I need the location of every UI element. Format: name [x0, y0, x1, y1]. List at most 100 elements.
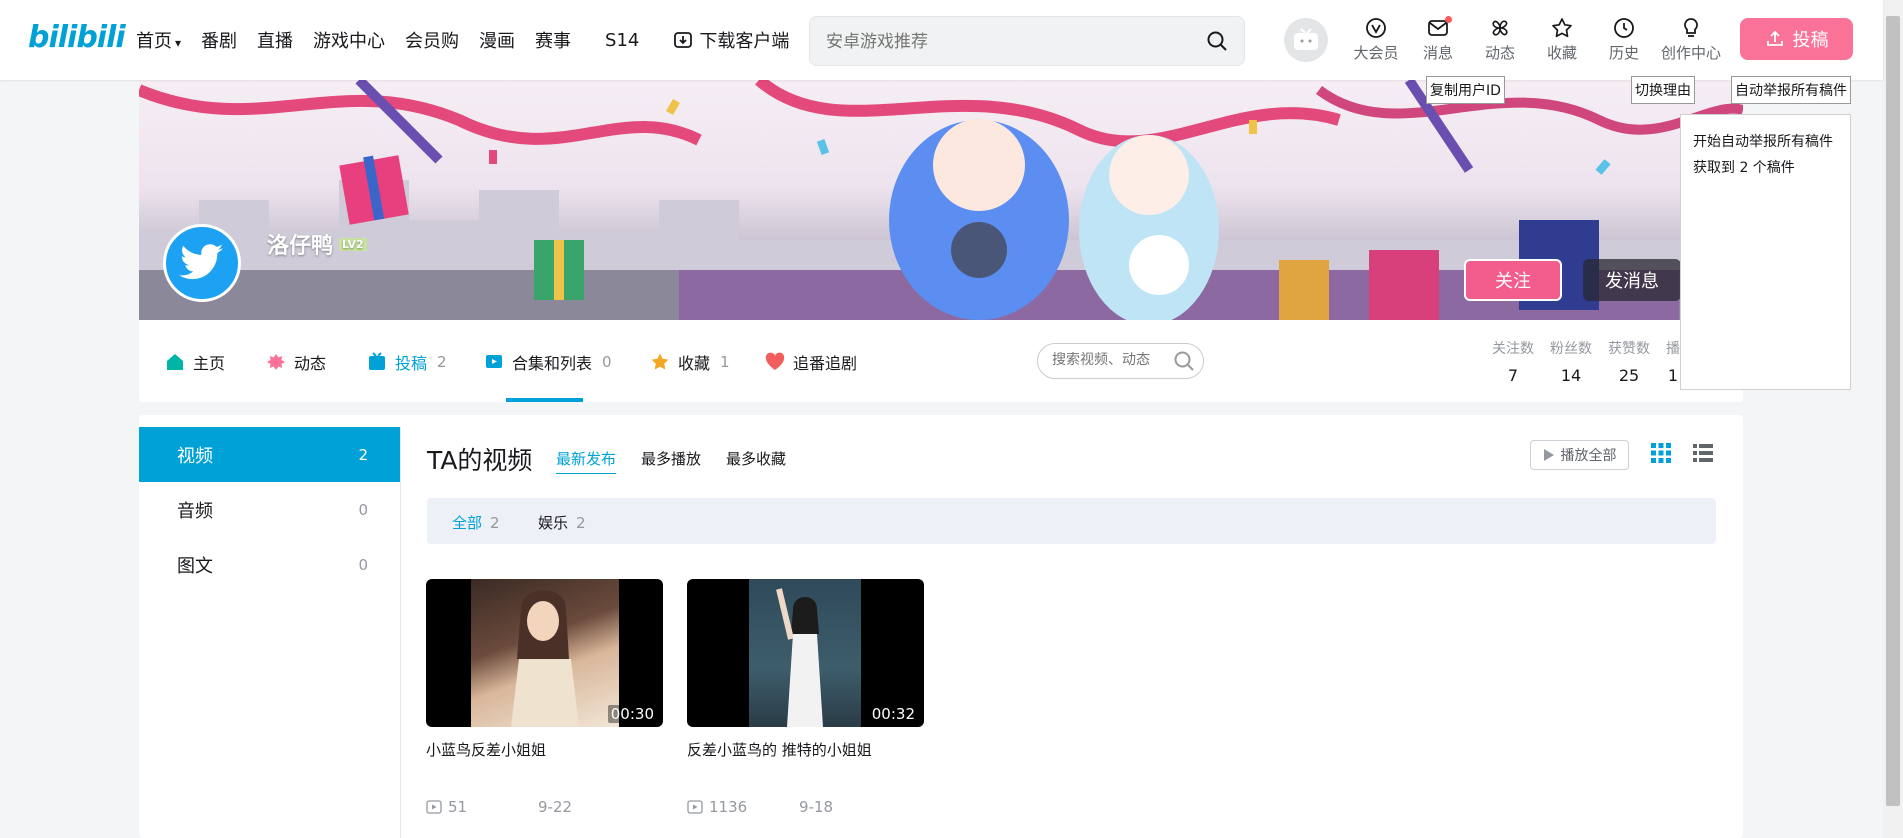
- side-item-video[interactable]: 视频 2: [139, 427, 400, 482]
- search-input[interactable]: [826, 27, 1186, 57]
- video-title[interactable]: 反差小蓝鸟的 推特的小姐姐: [687, 739, 924, 760]
- nav-manga[interactable]: 漫画: [479, 27, 515, 53]
- search-icon[interactable]: [1206, 30, 1228, 52]
- tool-favorites[interactable]: 收藏: [1532, 14, 1592, 63]
- side-item-audio[interactable]: 音频 0: [139, 482, 400, 537]
- auto-report-button[interactable]: 自动举报所有稿件: [1731, 76, 1851, 104]
- play-count-icon: [426, 800, 442, 814]
- page-scrollbar[interactable]: [1883, 0, 1903, 838]
- grid-view-icon[interactable]: [1650, 442, 1672, 464]
- side-item-article[interactable]: 图文 0: [139, 537, 400, 592]
- star-tab-icon: [651, 353, 669, 370]
- log-line: 开始自动举报所有稿件: [1693, 134, 1833, 150]
- upload-button[interactable]: 投稿: [1740, 18, 1853, 60]
- tab-collections[interactable]: 合集和列表 0: [484, 350, 612, 374]
- chevron-down-icon: ▾: [175, 36, 182, 50]
- tool-vip[interactable]: 大会员: [1346, 14, 1406, 63]
- thumbnail-figure: [511, 590, 579, 727]
- upload-icon: [1766, 30, 1783, 46]
- sort-most-played[interactable]: 最多播放: [641, 448, 701, 469]
- dynamic-icon: [267, 354, 285, 370]
- follow-button[interactable]: 关注: [1464, 259, 1562, 301]
- tool-dynamics[interactable]: 动态: [1470, 14, 1530, 63]
- copy-user-id-button[interactable]: 复制用户ID: [1426, 76, 1505, 104]
- filter-all[interactable]: 全部 2: [452, 512, 500, 533]
- stat-followers[interactable]: 粉丝数 14: [1550, 338, 1592, 385]
- space-search-box: [1037, 343, 1204, 379]
- video-title[interactable]: 小蓝鸟反差小姐姐: [426, 739, 663, 760]
- level-badge: LV2: [339, 237, 367, 251]
- content-area: 视频 2 音频 0 图文 0 TA的视频 最新发布 最多播放 最多收藏 播放全部 全部…: [139, 415, 1743, 838]
- tab-home[interactable]: 主页: [165, 350, 225, 374]
- video-card[interactable]: 00:30 小蓝鸟反差小姐姐 51 9-22: [426, 579, 663, 816]
- sort-most-favorited[interactable]: 最多收藏: [726, 448, 786, 469]
- list-view-icon[interactable]: [1692, 442, 1714, 464]
- upload-tab-icon: [369, 352, 385, 370]
- username-text: 洛仔鸭: [267, 234, 334, 259]
- active-tab-indicator: [506, 398, 583, 402]
- profile-tabbar: 主页 动态 投稿2 合集和列表0 收藏1 追番追剧 关注数7 粉丝数14 获赞数…: [139, 320, 1743, 402]
- profile-avatar[interactable]: [163, 224, 241, 302]
- play-count-icon: [687, 800, 703, 814]
- home-icon: [167, 354, 183, 370]
- bilibili-logo[interactable]: bilibili: [28, 20, 126, 60]
- tab-bangumi[interactable]: 追番追剧: [765, 350, 857, 374]
- nav-live[interactable]: 直播: [257, 27, 293, 53]
- tab-uploads[interactable]: 投稿 2: [367, 350, 447, 374]
- video-meta: 51 9-22: [426, 798, 663, 816]
- sort-latest[interactable]: 最新发布: [556, 448, 617, 474]
- tool-history[interactable]: 历史: [1594, 14, 1654, 63]
- stat-following[interactable]: 关注数 7: [1492, 338, 1534, 385]
- nav-anime[interactable]: 番剧: [201, 27, 237, 53]
- download-icon: [674, 32, 693, 48]
- nav-game-center[interactable]: 游戏中心: [313, 27, 385, 53]
- stat-likes: 获赞数 25: [1608, 341, 1650, 385]
- log-line: 获取到 2 个稿件: [1693, 160, 1795, 176]
- auto-report-log-panel: 开始自动举报所有稿件 获取到 2 个稿件: [1680, 114, 1851, 390]
- video-thumbnail[interactable]: 00:32: [687, 579, 924, 727]
- category-filter-bar: 全部 2 娱乐 2: [427, 498, 1716, 544]
- clock-icon: [1614, 18, 1634, 38]
- nav-s14[interactable]: S14: [605, 30, 639, 51]
- scrollbar-thumb[interactable]: [1886, 16, 1900, 806]
- bulb-icon: [1684, 18, 1698, 37]
- collection-icon: [486, 355, 502, 368]
- space-search-input[interactable]: [1052, 352, 1172, 368]
- nav-download-client[interactable]: 下载客户端: [673, 27, 789, 53]
- tab-dynamic[interactable]: 动态: [266, 350, 326, 374]
- thumbnail-figure: [776, 588, 823, 727]
- video-duration: 00:30: [607, 705, 657, 723]
- content-sidebar: 视频 2 音频 0 图文 0: [139, 427, 401, 838]
- send-message-button[interactable]: 发消息: [1583, 259, 1681, 301]
- switch-reason-button[interactable]: 切换理由: [1631, 76, 1695, 104]
- nav-home[interactable]: 首页 ▾: [136, 27, 181, 53]
- vip-icon: [1366, 18, 1386, 38]
- pinwheel-icon: [1492, 20, 1508, 36]
- heart-icon: [765, 352, 785, 370]
- main-nav: 首页 ▾ 番剧 直播 游戏中心 会员购 漫画 赛事 S14 下载客户端: [136, 0, 809, 80]
- section-title: TA的视频: [427, 446, 533, 475]
- twitter-bird-icon: [179, 244, 224, 280]
- search-icon[interactable]: [1173, 350, 1195, 372]
- tv-mascot-icon: [1294, 28, 1318, 50]
- video-card[interactable]: 00:32 反差小蓝鸟的 推特的小姐姐 1136 9-18: [687, 579, 924, 816]
- top-navbar: bilibili 首页 ▾ 番剧 直播 游戏中心 会员购 漫画 赛事 S14 下载…: [0, 0, 1883, 80]
- tool-creator-center[interactable]: 创作中心: [1659, 14, 1723, 63]
- play-all-button[interactable]: 播放全部: [1530, 440, 1629, 470]
- nav-esports[interactable]: 赛事: [535, 27, 571, 53]
- video-meta: 1136 9-18: [687, 798, 924, 816]
- video-thumbnail[interactable]: 00:30: [426, 579, 663, 727]
- video-duration: 00:32: [868, 705, 918, 723]
- filter-entertainment[interactable]: 娱乐 2: [538, 512, 586, 533]
- stat-plays: 播1: [1666, 341, 1680, 385]
- notification-dot: [1445, 16, 1452, 23]
- video-date: 9-22: [538, 798, 573, 816]
- user-avatar[interactable]: [1284, 18, 1328, 62]
- nav-mall[interactable]: 会员购: [405, 27, 459, 53]
- profile-username: 洛仔鸭 LV2: [267, 228, 367, 260]
- play-icon: [1543, 449, 1554, 461]
- tab-favorites[interactable]: 收藏 1: [650, 350, 730, 374]
- video-date: 9-18: [799, 798, 834, 816]
- search-box: [809, 16, 1245, 66]
- tool-messages[interactable]: 消息: [1408, 14, 1468, 63]
